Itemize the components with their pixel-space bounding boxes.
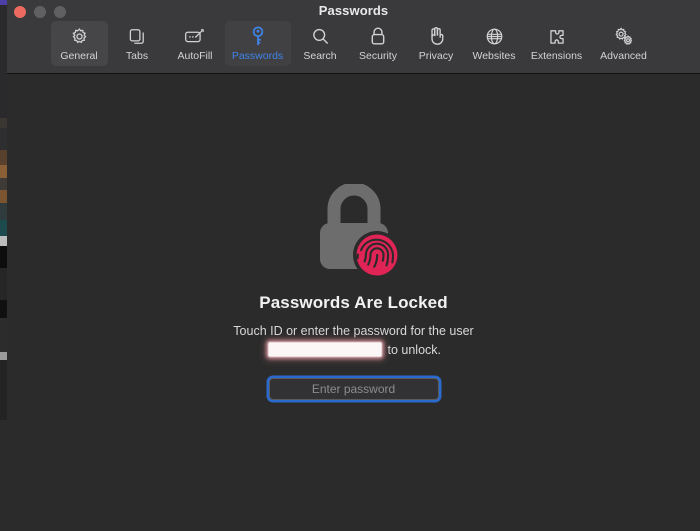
gears-icon — [611, 25, 637, 47]
puzzle-piece-icon — [544, 25, 570, 47]
toolbar-item-general-label: General — [60, 50, 98, 62]
toolbar-item-privacy-label: Privacy — [418, 50, 454, 62]
toolbar-item-search[interactable]: Search — [292, 21, 349, 66]
locked-description-suffix: to unlock. — [387, 343, 441, 357]
passwords-locked-panel: Passwords Are Locked Touch ID or enter t… — [7, 184, 700, 400]
toolbar-item-extensions[interactable]: Extensions — [524, 21, 590, 66]
hand-icon — [423, 25, 449, 47]
toolbar-item-autofill[interactable]: AutoFill — [167, 21, 224, 66]
globe-icon — [481, 25, 507, 47]
toolbar-item-security-label: Security — [359, 50, 397, 62]
window-title: Passwords — [318, 3, 389, 18]
gear-icon — [66, 25, 92, 47]
toolbar-item-websites[interactable]: Websites — [466, 21, 523, 66]
padlock-with-fingerprint-icon — [306, 184, 402, 276]
key-icon — [245, 25, 271, 47]
toolbar-item-security[interactable]: Security — [350, 21, 407, 66]
toolbar-item-advanced[interactable]: Advanced — [591, 21, 657, 66]
toolbar-item-privacy[interactable]: Privacy — [408, 21, 465, 66]
padlock-icon — [365, 25, 391, 47]
toolbar-item-general[interactable]: General — [50, 21, 108, 66]
toolbar-item-tabs-label: Tabs — [125, 50, 149, 62]
page-title: Passwords Are Locked — [259, 293, 448, 312]
magnifier-icon — [307, 25, 333, 47]
password-field[interactable] — [268, 378, 439, 400]
preferences-content-pane: Passwords Are Locked Touch ID or enter t… — [7, 74, 700, 531]
toolbar-item-autofill-label: AutoFill — [177, 50, 213, 62]
toolbar-item-websites-label: Websites — [472, 50, 516, 62]
safari-preferences-window: Passwords General Tabs AutoFill Password… — [7, 0, 700, 531]
locked-description: Touch ID or enter the password for the u… — [184, 322, 524, 360]
password-input[interactable] — [269, 379, 438, 399]
toolbar-item-passwords-label: Passwords — [231, 50, 284, 62]
toolbar-item-passwords[interactable]: Passwords — [224, 21, 291, 66]
autofill-icon — [182, 25, 208, 47]
window-titlebar: Passwords General Tabs AutoFill Password… — [7, 0, 700, 74]
toolbar-item-search-label: Search — [303, 50, 337, 62]
toolbar-item-extensions-label: Extensions — [530, 50, 583, 62]
redacted-username — [268, 342, 382, 357]
toolbar-item-tabs[interactable]: Tabs — [109, 21, 166, 66]
screenshot-root: Passwords General Tabs AutoFill Password… — [0, 0, 700, 531]
locked-description-prefix: Touch ID or enter the password for the u… — [233, 324, 474, 338]
tabs-icon — [124, 25, 150, 47]
preferences-toolbar: General Tabs AutoFill Passwords Search S… — [7, 21, 700, 66]
toolbar-item-advanced-label: Advanced — [600, 50, 647, 62]
